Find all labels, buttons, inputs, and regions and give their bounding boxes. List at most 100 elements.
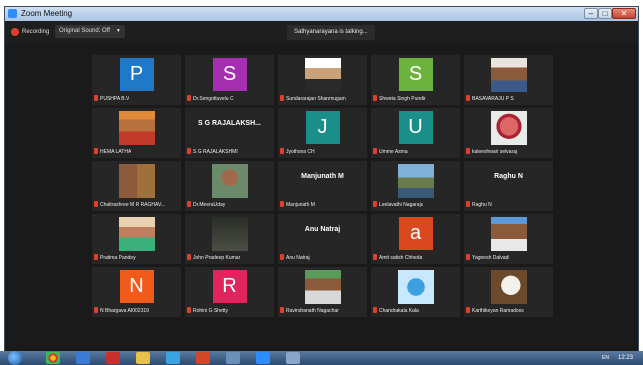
muted-mic-icon	[94, 201, 98, 207]
muted-mic-icon	[280, 95, 284, 101]
participant-name-label: Amit satish Chheda	[373, 254, 422, 262]
participant-tile[interactable]: P PUSHPA B.V	[92, 55, 181, 105]
participant-tile[interactable]: Anu Natraj Anu Natraj	[278, 214, 367, 264]
participant-name: Chandrakala Kala	[379, 308, 419, 314]
participant-tile[interactable]: BASAVARAJU P S	[464, 55, 553, 105]
participant-name-label: Jyothsna CH	[280, 148, 315, 156]
active-speaker-indicator: Sathyanarayana is talking...	[287, 25, 375, 40]
start-button[interactable]	[8, 351, 22, 365]
participant-name-label: S G RAJALAKSHMI	[187, 148, 238, 156]
muted-mic-icon	[373, 201, 377, 207]
participant-name-label: Manjunath M	[280, 201, 315, 209]
participant-tile[interactable]: Raghu N Raghu N	[464, 161, 553, 211]
original-sound-button[interactable]: Original Sound: Off ▼	[55, 25, 125, 38]
window-taskbar-icon[interactable]	[286, 352, 300, 364]
participant-tile[interactable]: R Rohini G Shetty	[185, 267, 274, 317]
participant-tile[interactable]: Pratima Pandey	[92, 214, 181, 264]
avatar: U	[398, 111, 433, 144]
participant-name-label: Umme Asma	[373, 148, 408, 156]
participant-tile[interactable]: S Shweta Singh Pundir	[371, 55, 460, 105]
browser-icon[interactable]	[166, 352, 180, 364]
participant-name: Manjunath M	[286, 202, 315, 208]
participant-name: Dr.Sengottuvelu C	[193, 96, 234, 102]
participant-name: Chaitrashree M R RAGHAV...	[100, 202, 166, 208]
file-explorer-icon[interactable]	[136, 352, 150, 364]
muted-mic-icon	[187, 307, 191, 313]
participant-name: S G RAJALAKSHMI	[193, 149, 238, 155]
media-player-icon[interactable]	[76, 352, 90, 364]
original-sound-label: Original Sound: Off	[59, 28, 110, 34]
participant-tile[interactable]: Yagnesh Dalvadi	[464, 214, 553, 264]
app-icon[interactable]	[226, 352, 240, 364]
windows-taskbar: EN 12:23	[0, 351, 643, 365]
participant-tile[interactable]: Ravindranath Nagachar	[278, 267, 367, 317]
participant-tile[interactable]: a Amit satish Chheda	[371, 214, 460, 264]
avatar: N	[119, 270, 154, 303]
participant-tile[interactable]: John Pradeep Kumar	[185, 214, 274, 264]
close-button[interactable]: ✕	[612, 8, 636, 19]
participant-name-label: Chaitrashree M R RAGHAV...	[94, 201, 165, 209]
powerpoint-icon[interactable]	[196, 352, 210, 364]
muted-mic-icon	[94, 254, 98, 260]
participant-tile[interactable]: Chaitrashree M R RAGHAV...	[92, 161, 181, 211]
muted-mic-icon	[373, 148, 377, 154]
profile-photo	[118, 111, 155, 145]
meeting-top-bar: Recording Original Sound: Off ▼ Sathyanar…	[5, 21, 638, 43]
participant-tile[interactable]: S Dr.Sengottuvelu C	[185, 55, 274, 105]
participant-name-label: kaleeshwari selvaraj	[466, 148, 517, 156]
participant-tile[interactable]: Sundararajan Shanmugam	[278, 55, 367, 105]
participant-tile[interactable]: Chandrakala Kala	[371, 267, 460, 317]
participant-name-label: Ravindranath Nagachar	[280, 307, 339, 315]
maximize-button[interactable]: □	[598, 8, 612, 19]
participant-name: Sundararajan Shanmugam	[286, 96, 346, 102]
title-bar: Zoom Meeting – □ ✕	[5, 7, 638, 21]
muted-mic-icon	[187, 254, 191, 260]
participant-name: Yagnesh Dalvadi	[472, 255, 510, 261]
avatar: S	[212, 58, 247, 91]
avatar: a	[398, 217, 433, 250]
participant-name: kaleeshwari selvaraj	[472, 149, 518, 155]
participant-tile[interactable]: U Umme Asma	[371, 108, 460, 158]
participant-name-label: Raghu N	[466, 201, 492, 209]
muted-mic-icon	[187, 95, 191, 101]
participant-name-label: Pratima Pandey	[94, 254, 136, 262]
participant-name: Karthikeyan Ramadoss	[472, 308, 524, 314]
zoom-taskbar-icon[interactable]	[256, 352, 270, 364]
participant-tile[interactable]: N N Bhargava AI002319	[92, 267, 181, 317]
participant-name-label: Chandrakala Kala	[373, 307, 419, 315]
muted-mic-icon	[466, 201, 470, 207]
mail-icon[interactable]	[106, 352, 120, 364]
participant-tile[interactable]: Karthikeyan Ramadoss	[464, 267, 553, 317]
profile-photo	[304, 58, 341, 92]
participant-tile[interactable]: S G RAJALAKSH... S G RAJALAKSHMI	[185, 108, 274, 158]
profile-photo	[490, 270, 527, 304]
participant-name-label: Anu Natraj	[280, 254, 310, 262]
muted-mic-icon	[466, 307, 470, 313]
participant-tile[interactable]: Dr.MeeraUday	[185, 161, 274, 211]
profile-photo	[304, 270, 341, 304]
muted-mic-icon	[280, 201, 284, 207]
participant-name: PUSHPA B.V	[100, 96, 130, 102]
participant-tile[interactable]: Manjunath M Manjunath M	[278, 161, 367, 211]
participant-name: BASAVARAJU P S	[472, 96, 514, 102]
language-indicator[interactable]: EN	[602, 354, 609, 362]
minimize-button[interactable]: –	[584, 8, 598, 19]
muted-mic-icon	[187, 148, 191, 154]
participant-name: Leelavathi Nagaraju	[379, 202, 424, 208]
participant-name: Rohini G Shetty	[193, 308, 229, 314]
profile-photo	[490, 111, 527, 145]
profile-photo	[211, 164, 248, 198]
participant-name: John Pradeep Kumar	[193, 255, 241, 261]
participant-tile[interactable]: kaleeshwari selvaraj	[464, 108, 553, 158]
participant-tile[interactable]: HEMA LATHA	[92, 108, 181, 158]
participant-name-label: Sundararajan Shanmugam	[280, 95, 346, 103]
participant-display-name: Anu Natraj	[304, 226, 341, 233]
muted-mic-icon	[94, 148, 98, 154]
participant-tile[interactable]: J Jyothsna CH	[278, 108, 367, 158]
chrome-icon[interactable]	[46, 352, 60, 364]
participant-name-label: Dr.Sengottuvelu C	[187, 95, 234, 103]
muted-mic-icon	[280, 254, 284, 260]
taskbar-clock[interactable]: 12:23	[618, 352, 633, 364]
participant-tile[interactable]: Leelavathi Nagaraju	[371, 161, 460, 211]
profile-photo	[490, 58, 527, 92]
